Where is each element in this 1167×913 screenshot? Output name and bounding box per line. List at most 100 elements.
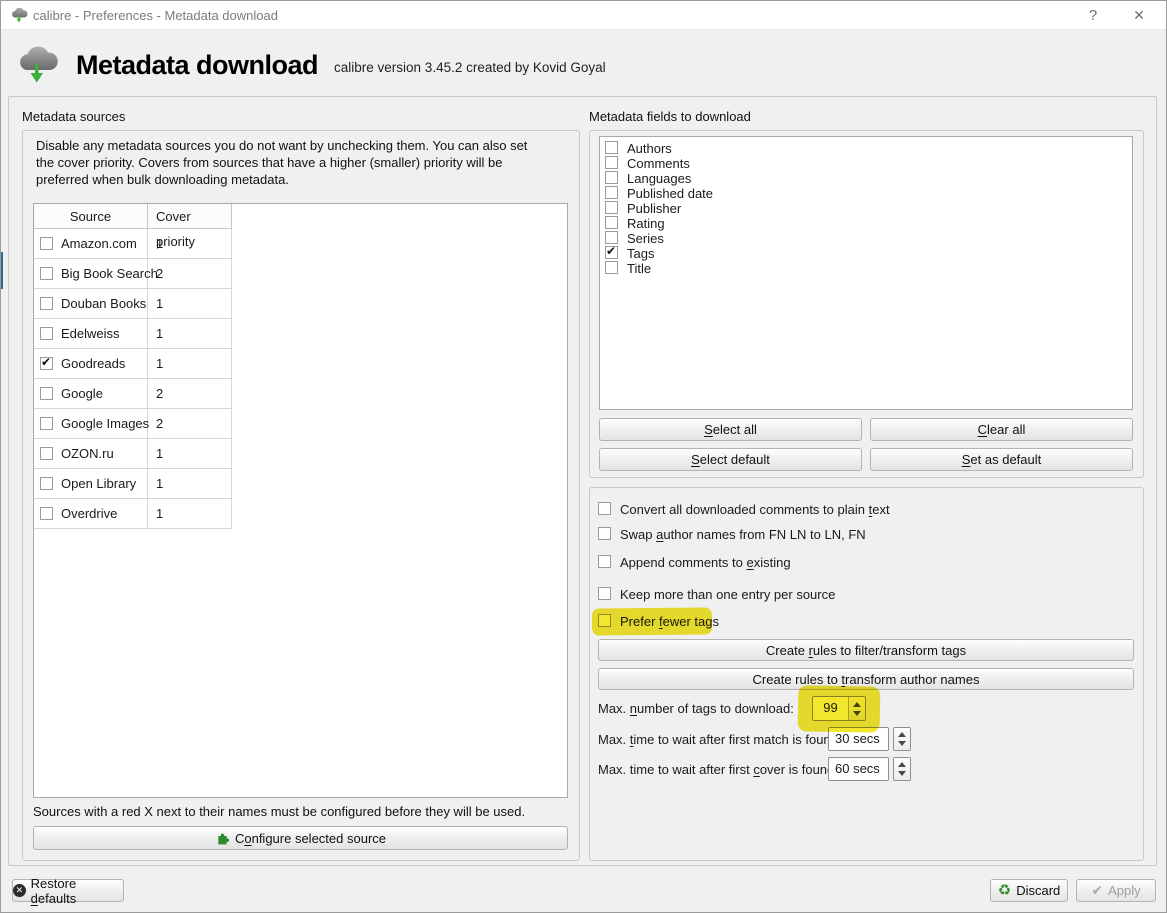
cover-priority-cell[interactable]: 1	[148, 469, 232, 499]
spinner-arrows-icon[interactable]	[848, 697, 865, 720]
field-checkbox[interactable]	[605, 231, 618, 244]
cover-priority-cell[interactable]: 1	[148, 319, 232, 349]
restore-defaults-button[interactable]: ✕ Restore defaults	[12, 876, 124, 906]
source-checkbox[interactable]	[40, 355, 53, 370]
source-checkbox[interactable]	[40, 387, 53, 400]
column-header-cover-priority[interactable]: Cover priority	[148, 204, 232, 249]
max-tags-spinner[interactable]: 99	[812, 696, 866, 721]
configure-selected-source-button[interactable]: Configure selected source	[33, 826, 568, 850]
list-item[interactable]: Comments	[605, 156, 1125, 171]
field-label: Publisher	[627, 201, 682, 216]
field-checkbox[interactable]	[605, 171, 618, 184]
list-item[interactable]: Languages	[605, 171, 1125, 186]
list-item[interactable]: Tags	[605, 244, 1125, 261]
source-checkbox[interactable]	[40, 237, 53, 250]
table-header: Source Cover priority	[34, 204, 232, 249]
source-name: Google Images	[61, 416, 150, 431]
clear-all-label: Clear all	[977, 422, 1026, 437]
field-checkbox[interactable]	[605, 156, 618, 169]
source-checkbox[interactable]	[40, 417, 53, 430]
source-checkbox[interactable]	[40, 507, 53, 520]
option-checkbox[interactable]	[598, 614, 611, 627]
field-label: Title	[627, 261, 652, 276]
set-as-default-button[interactable]: Set as default	[870, 448, 1133, 471]
create-author-rules-button[interactable]: Create rules to transform author names	[598, 668, 1134, 690]
cover-priority-cell[interactable]: 1	[148, 289, 232, 319]
column-header-source[interactable]: Source	[34, 204, 148, 229]
source-checkbox[interactable]	[40, 477, 53, 490]
max-time-cover-label: Max. time to wait after first cover is f…	[598, 762, 838, 777]
cover-priority-cell[interactable]: 2	[148, 379, 232, 409]
cover-priority-cell[interactable]: 1	[148, 499, 232, 529]
max-time-match-spinner[interactable]: 30 secs	[828, 727, 889, 751]
sources-table[interactable]: Source Cover priority Amazon.com 1 Big B…	[33, 203, 568, 798]
cover-priority-cell[interactable]: 1	[148, 349, 232, 379]
close-icon[interactable]: ✕	[1119, 0, 1159, 30]
max-time-match-arrows[interactable]	[893, 727, 911, 751]
source-checkbox[interactable]	[40, 267, 53, 280]
source-cell: Big Book Search	[34, 259, 158, 289]
table-row[interactable]: Overdrive 1	[34, 499, 232, 529]
source-cell: Goodreads	[34, 349, 148, 379]
recycle-icon: ♻	[997, 881, 1012, 899]
create-tag-rules-button[interactable]: Create rules to filter/transform tags	[598, 639, 1134, 661]
table-row[interactable]: Amazon.com 1	[34, 229, 232, 259]
field-checkbox[interactable]	[605, 244, 618, 259]
list-item[interactable]: Published date	[605, 186, 1125, 201]
cover-priority-cell[interactable]: 2	[148, 259, 232, 289]
list-item[interactable]: Rating	[605, 216, 1125, 231]
fields-list[interactable]: Authors Comments Languages Published dat…	[599, 136, 1133, 410]
spinner-arrows-icon[interactable]	[894, 728, 910, 750]
table-row[interactable]: Goodreads 1	[34, 349, 232, 379]
table-row[interactable]: Douban Books 1	[34, 289, 232, 319]
table-row[interactable]: Google Images 2	[34, 409, 232, 439]
sidebar-selection-fragment	[0, 252, 3, 289]
field-checkbox[interactable]	[605, 186, 618, 199]
help-button[interactable]: ?	[1073, 0, 1113, 30]
page-title: Metadata download	[76, 50, 319, 80]
spinner-arrows-icon[interactable]	[894, 758, 910, 780]
source-cell: Douban Books	[34, 289, 148, 319]
field-label: Published date	[627, 186, 714, 201]
list-item[interactable]: Authors	[605, 141, 1125, 156]
cover-priority-cell[interactable]: 2	[148, 409, 232, 439]
source-checkbox[interactable]	[40, 327, 53, 340]
source-cell: Overdrive	[34, 499, 148, 529]
list-item[interactable]: Title	[605, 261, 1125, 276]
list-item[interactable]: Series	[605, 231, 1125, 246]
field-checkbox[interactable]	[605, 141, 618, 154]
table-row[interactable]: Google 2	[34, 379, 232, 409]
option-checkbox[interactable]	[598, 555, 611, 568]
option-checkbox[interactable]	[598, 587, 611, 600]
field-checkbox[interactable]	[605, 261, 618, 274]
source-name: Amazon.com	[61, 236, 137, 251]
field-checkbox[interactable]	[605, 201, 618, 214]
apply-button[interactable]: ✔ Apply	[1076, 879, 1156, 902]
table-row[interactable]: Edelweiss 1	[34, 319, 232, 349]
list-item[interactable]: Publisher	[605, 201, 1125, 216]
max-time-cover-spinner[interactable]: 60 secs	[828, 757, 889, 781]
option-checkbox[interactable]	[598, 527, 611, 540]
source-name: Edelweiss	[61, 326, 120, 341]
table-row[interactable]: OZON.ru 1	[34, 439, 232, 469]
table-row[interactable]: Big Book Search 2	[34, 259, 232, 289]
source-checkbox[interactable]	[40, 297, 53, 310]
cover-priority-cell[interactable]: 1	[148, 439, 232, 469]
source-cell: Edelweiss	[34, 319, 148, 349]
clear-all-button[interactable]: Clear all	[870, 418, 1133, 441]
table-row[interactable]: Open Library 1	[34, 469, 232, 499]
source-cell: Amazon.com	[34, 229, 148, 259]
field-checkbox[interactable]	[605, 216, 618, 229]
plugin-puzzle-icon	[215, 831, 230, 846]
max-time-match-value[interactable]: 30 secs	[829, 728, 888, 750]
max-tags-value[interactable]: 99	[813, 697, 848, 720]
cover-priority-cell[interactable]: 1	[148, 229, 232, 259]
select-default-button[interactable]: Select default	[599, 448, 862, 471]
source-name: Open Library	[61, 476, 137, 491]
source-checkbox[interactable]	[40, 447, 53, 460]
option-checkbox[interactable]	[598, 502, 611, 515]
discard-button[interactable]: ♻ Discard	[990, 879, 1068, 902]
max-time-cover-value[interactable]: 60 secs	[829, 758, 888, 780]
max-time-cover-arrows[interactable]	[893, 757, 911, 781]
select-all-button[interactable]: Select all	[599, 418, 862, 441]
